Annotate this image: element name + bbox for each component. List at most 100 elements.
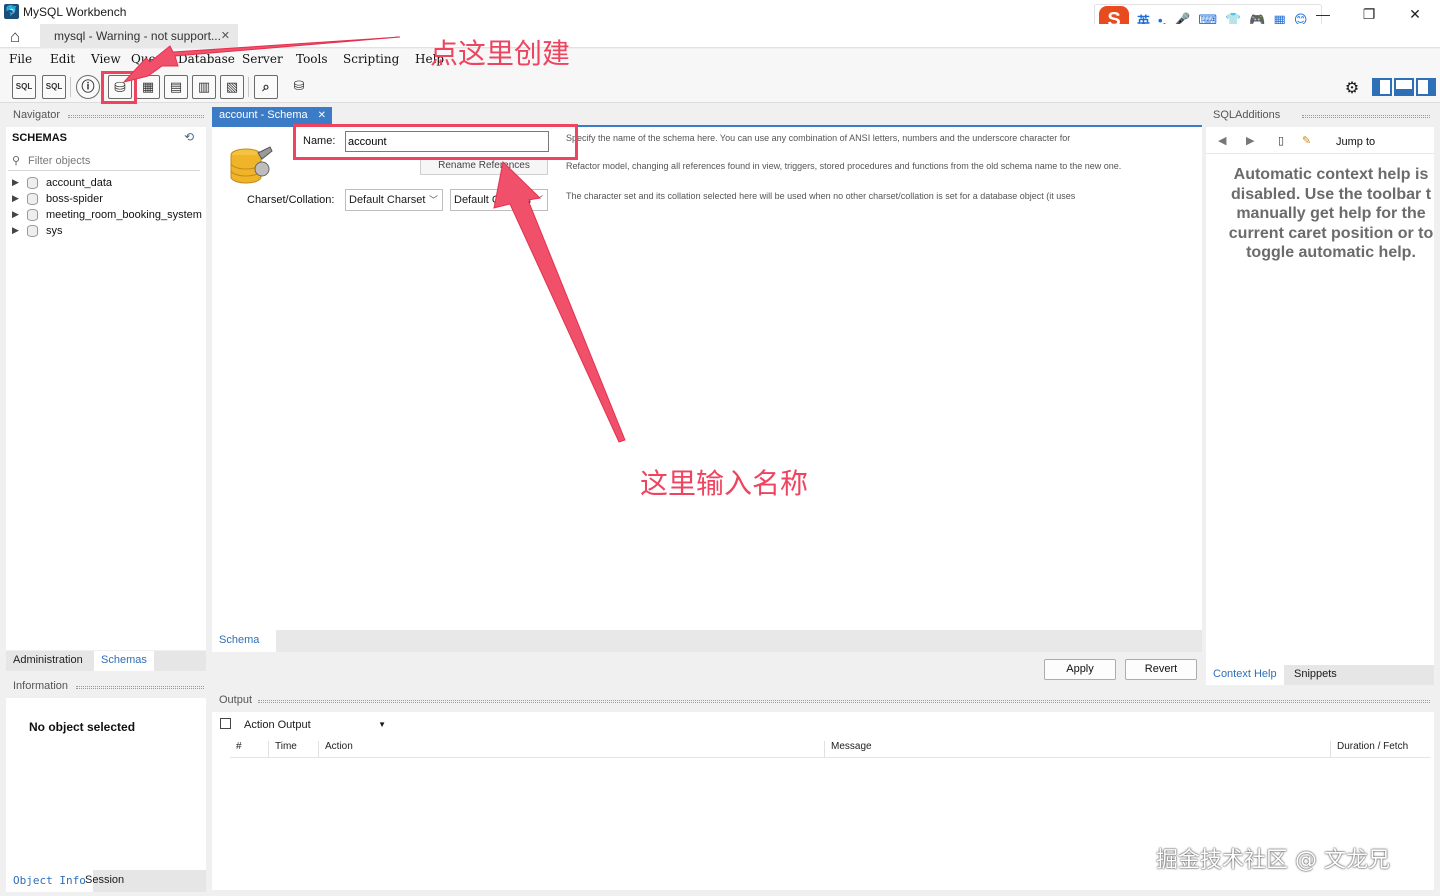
- schema-database-icon: [230, 146, 273, 184]
- connection-tab-strip: ⌂ mysql - Warning - not support... ✕: [0, 24, 1440, 48]
- menu-bar: File Edit View Query Database Server Too…: [0, 49, 1440, 71]
- window-title: MySQL Workbench: [23, 5, 127, 19]
- schema-tree-item[interactable]: ▶ meeting_room_booking_system: [12, 208, 208, 224]
- tab-administration[interactable]: Administration: [13, 654, 83, 666]
- watermark-text: 掘金技术社区 @ 文龙兄: [1156, 848, 1390, 873]
- tab-schemas[interactable]: Schemas: [94, 651, 154, 671]
- connection-tab-label: mysql - Warning - not support...: [54, 29, 221, 43]
- menu-tools[interactable]: Tools: [296, 52, 328, 66]
- create-schema-highlight: [101, 71, 137, 104]
- revert-button[interactable]: Revert: [1125, 659, 1197, 680]
- filter-objects-input[interactable]: [28, 153, 196, 169]
- enter-name-annotation: 这里输入名称: [640, 467, 809, 500]
- schema-editor: Name: Rename References Charset/Collatio…: [212, 127, 1202, 630]
- copy-icon[interactable]: [220, 718, 231, 729]
- jump-to-label[interactable]: Jump to: [1336, 136, 1375, 148]
- menu-database[interactable]: Database: [178, 52, 235, 66]
- auto-help-icon[interactable]: ✎: [1302, 134, 1311, 147]
- tab-context-help[interactable]: Context Help: [1206, 665, 1284, 685]
- database-icon: [27, 177, 38, 189]
- sqladditions-tabs: Context Help Snippets: [1206, 665, 1434, 685]
- connection-tab[interactable]: mysql - Warning - not support... ✕: [40, 24, 238, 48]
- schema-inspector-icon[interactable]: ⓘ: [76, 75, 100, 99]
- forward-arrow-icon[interactable]: ▶: [1246, 134, 1254, 147]
- close-tab-icon[interactable]: ✕: [221, 29, 230, 42]
- main-toolbar: SQL SQL ⓘ ⛁ ▦ ▤ ▥ ▧ ⌕ ⛁ ⚙: [0, 71, 1440, 103]
- information-header: Information: [6, 678, 206, 696]
- charset-value: Default Charset: [349, 194, 426, 206]
- tab-snippets[interactable]: Snippets: [1294, 668, 1337, 680]
- create-function-icon[interactable]: ▧: [220, 75, 244, 99]
- header-grip: [258, 700, 1430, 703]
- open-sql-script-icon[interactable]: SQL: [42, 75, 66, 99]
- close-tab-icon[interactable]: ✕: [318, 110, 326, 121]
- menu-edit[interactable]: Edit: [50, 52, 75, 66]
- chevron-down-icon: ﹀: [428, 195, 438, 205]
- schema-editor-tab-label: account - Schema: [219, 109, 308, 121]
- schema-name: account_data: [46, 177, 113, 189]
- create-table-icon[interactable]: ▦: [136, 75, 160, 99]
- expand-arrow-icon[interactable]: ▶: [12, 225, 19, 236]
- charset-select[interactable]: Default Charset ﹀: [345, 189, 443, 211]
- column-header-action[interactable]: Action: [318, 741, 353, 757]
- create-view-icon[interactable]: ▤: [164, 75, 188, 99]
- back-arrow-icon[interactable]: ◀: [1218, 134, 1226, 147]
- navigator-title: Navigator: [13, 109, 61, 121]
- expand-arrow-icon[interactable]: ▶: [12, 193, 19, 204]
- output-toolbar: Action Output ▼: [212, 712, 1434, 738]
- output-title: Output: [219, 694, 253, 706]
- tab-object-info[interactable]: Object Info: [6, 870, 93, 892]
- manual-help-icon[interactable]: ▯: [1278, 134, 1284, 147]
- output-column-headers: # Time Action Message Duration / Fetch: [230, 738, 1430, 758]
- column-header-number[interactable]: #: [230, 741, 242, 757]
- navigator-header: Navigator: [6, 107, 206, 125]
- create-here-annotation: 点这里创建: [430, 37, 571, 70]
- sqladditions-toolbar: ◀ ▶ ▯ ✎ Jump to: [1206, 130, 1434, 154]
- column-header-message[interactable]: Message: [824, 741, 872, 757]
- collation-value: Default Collation: [454, 194, 535, 206]
- name-help-text: Specify the name of the schema here. You…: [566, 133, 1071, 143]
- toggle-secondary-sidebar-icon[interactable]: [1416, 78, 1436, 96]
- schema-editor-subtabs: Schema: [212, 630, 1202, 652]
- column-header-duration[interactable]: Duration / Fetch: [1330, 741, 1408, 757]
- schema-tree-item[interactable]: ▶ sys: [12, 224, 208, 240]
- expand-arrow-icon[interactable]: ▶: [12, 209, 19, 220]
- toggle-sidebar-icon[interactable]: [1372, 78, 1392, 96]
- column-header-time[interactable]: Time: [268, 741, 297, 757]
- tab-schema[interactable]: Schema: [212, 630, 276, 652]
- toolbar-separator: [70, 77, 71, 97]
- search-table-data-icon[interactable]: ⌕: [254, 75, 278, 99]
- menu-server[interactable]: Server: [242, 52, 283, 66]
- output-type-value: Action Output: [244, 719, 311, 731]
- header-grip: [68, 115, 204, 118]
- database-icon: [27, 193, 38, 205]
- menu-view[interactable]: View: [91, 52, 121, 66]
- new-sql-tab-icon[interactable]: SQL: [12, 75, 36, 99]
- create-procedure-icon[interactable]: ▥: [192, 75, 216, 99]
- settings-gear-icon[interactable]: ⚙: [1342, 78, 1362, 97]
- toggle-output-icon[interactable]: [1394, 78, 1414, 96]
- menu-file[interactable]: File: [9, 52, 32, 66]
- schema-tree-item[interactable]: ▶ boss-spider: [12, 192, 208, 208]
- header-grip: [1302, 115, 1430, 118]
- name-input-highlight: [293, 124, 578, 160]
- tab-session[interactable]: Session: [85, 874, 124, 886]
- charset-collation-label: Charset/Collation:: [247, 194, 335, 206]
- refresh-schemas-icon[interactable]: ⟲: [184, 130, 194, 144]
- menu-scripting[interactable]: Scripting: [343, 52, 399, 66]
- charset-help-text: The character set and its collation sele…: [566, 191, 1076, 201]
- schema-tree-item[interactable]: ▶ account_data: [12, 176, 208, 192]
- rename-help-text: Refactor model, changing all references …: [566, 161, 1122, 171]
- home-icon[interactable]: ⌂: [10, 27, 20, 47]
- header-grip: [76, 686, 204, 689]
- output-header: Output: [212, 692, 1434, 710]
- collation-select[interactable]: Default Collation ﹀: [450, 189, 548, 211]
- schemas-panel: SCHEMAS ⟲ ⚲ ▶ account_data ▶ boss-spider…: [6, 127, 206, 650]
- output-type-select[interactable]: Action Output ▼: [238, 716, 388, 734]
- menu-query[interactable]: Query: [131, 52, 168, 66]
- reconnect-icon[interactable]: ⛁: [287, 75, 311, 99]
- schemas-title: SCHEMAS: [12, 132, 68, 144]
- expand-arrow-icon[interactable]: ▶: [12, 177, 19, 188]
- apply-button[interactable]: Apply: [1044, 659, 1116, 680]
- title-bar: 🐬 MySQL Workbench S 英 •, 🎤 ⌨ 👕 🎮 ▦ 😊 — ❐…: [0, 0, 1440, 36]
